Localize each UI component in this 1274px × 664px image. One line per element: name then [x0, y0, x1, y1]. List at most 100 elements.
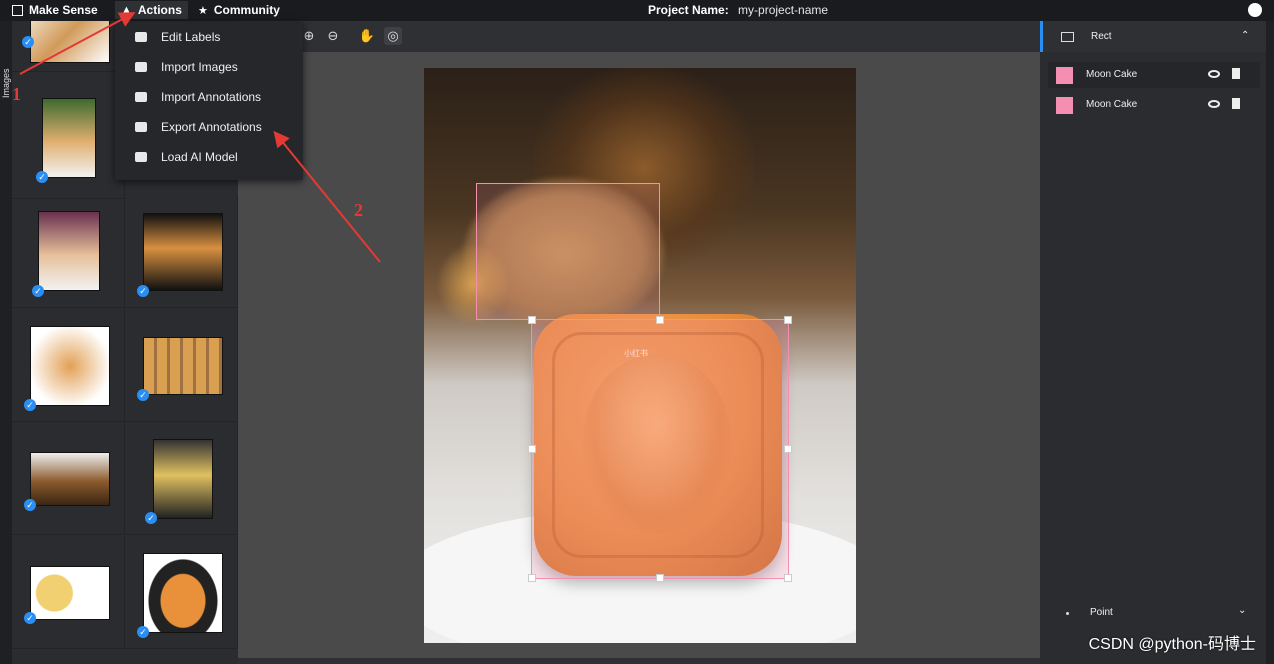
thumbnail-cell[interactable]: ✓	[12, 195, 125, 308]
brand[interactable]: Make Sense	[12, 3, 98, 17]
label-name[interactable]: Moon Cake	[1086, 69, 1137, 80]
menu-item-load-ai-model[interactable]: Load AI Model	[115, 142, 303, 172]
menu-item-edit-labels[interactable]: Edit Labels	[115, 22, 303, 52]
thumbnail-cell[interactable]: ✓	[12, 536, 125, 649]
editor-toolbar: ⊕ ⊖ ✋ ◎	[238, 21, 1040, 52]
thumbnail-cell[interactable]: ✓	[125, 536, 238, 649]
annotation-number-1: 1	[12, 84, 21, 104]
editor-bottom-bar	[238, 658, 1040, 664]
bounding-box-1[interactable]	[476, 183, 660, 320]
thumbnail-image	[30, 452, 110, 506]
check-icon: ✓	[36, 171, 48, 183]
camera-icon	[135, 62, 147, 72]
check-icon: ✓	[137, 285, 149, 297]
check-icon: ✓	[145, 512, 157, 524]
trash-icon[interactable]	[1232, 98, 1240, 109]
resize-handle[interactable]	[528, 445, 536, 453]
point-section-label: Point	[1090, 607, 1113, 618]
resize-handle[interactable]	[656, 574, 664, 582]
check-icon: ✓	[22, 36, 34, 48]
right-side-tab[interactable]	[1266, 21, 1274, 664]
check-icon: ✓	[137, 389, 149, 401]
community-label: Community	[213, 3, 280, 17]
label-name[interactable]: Moon Cake	[1086, 99, 1137, 110]
thumbnail-cell[interactable]: ✓	[12, 86, 125, 199]
trash-icon[interactable]	[1232, 68, 1240, 79]
community-menu-button[interactable]: ★ Community	[192, 1, 286, 19]
file-export-icon	[135, 122, 147, 132]
image-editor-area[interactable]: ⊕ ⊖ ✋ ◎ 小红书	[238, 21, 1040, 664]
zoom-out-icon[interactable]: ⊖	[324, 27, 342, 45]
label-color-swatch[interactable]	[1056, 67, 1073, 84]
project-name-label: Project Name:	[648, 3, 729, 17]
csdn-watermark: CSDN @python-码博士	[1088, 636, 1256, 653]
rect-section-header[interactable]: Rect ⌃	[1040, 21, 1269, 52]
project-name-input[interactable]	[738, 3, 859, 17]
menu-item-import-annotations[interactable]: Import Annotations	[115, 82, 303, 112]
labels-panel: Rect ⌃ Moon Cake Moon Cake Point ⌄	[1040, 21, 1269, 664]
actions-label: Actions	[137, 3, 182, 17]
check-icon: ✓	[24, 399, 36, 411]
thumbnail-image	[42, 98, 96, 178]
community-icon: ★	[198, 4, 208, 17]
label-row[interactable]: Moon Cake	[1048, 92, 1260, 118]
thumbnail-image	[143, 213, 223, 291]
resize-handle[interactable]	[784, 316, 792, 324]
thumbnail-cell[interactable]: ✓	[12, 422, 125, 535]
rect-section-label: Rect	[1091, 31, 1112, 42]
chevron-up-icon[interactable]: ⌃	[1241, 30, 1249, 41]
point-section-header[interactable]: Point ⌄	[1040, 603, 1266, 623]
menu-item-label: Load AI Model	[161, 150, 238, 164]
thumbnail-image	[30, 326, 110, 406]
menu-item-label: Import Images	[161, 60, 238, 74]
eye-icon[interactable]	[1208, 70, 1220, 78]
thumbnail-image	[143, 337, 223, 395]
brand-name: Make Sense	[29, 3, 98, 17]
thumbnail-image	[153, 439, 213, 519]
menu-item-label: Export Annotations	[161, 120, 262, 134]
github-icon[interactable]	[1248, 3, 1262, 17]
resize-handle[interactable]	[656, 316, 664, 324]
menu-item-import-images[interactable]: Import Images	[115, 52, 303, 82]
editor-image[interactable]: 小红书	[424, 68, 856, 643]
resize-handle[interactable]	[784, 445, 792, 453]
check-icon: ✓	[32, 285, 44, 297]
tag-icon	[135, 32, 147, 42]
actions-icon: ▲	[121, 4, 132, 16]
point-icon	[1066, 612, 1069, 615]
ai-model-icon	[135, 152, 147, 162]
images-side-tab[interactable]: Images	[0, 21, 12, 664]
menu-item-label: Import Annotations	[161, 90, 262, 104]
project-name: Project Name:	[648, 3, 859, 17]
rectangle-icon	[1061, 32, 1074, 42]
annotation-number-2: 2	[354, 200, 363, 220]
thumbnail-image	[38, 211, 100, 291]
top-navigation-bar: Make Sense ▲ Actions ★ Community Project…	[0, 0, 1274, 22]
thumbnail-cell[interactable]: ✓	[125, 422, 238, 535]
eye-icon[interactable]	[1208, 100, 1220, 108]
thumbnail-image	[30, 21, 110, 63]
thumbnail-cell[interactable]: ✓	[125, 309, 238, 422]
resize-handle[interactable]	[528, 316, 536, 324]
thumbnail-cell[interactable]: ✓	[12, 309, 125, 422]
menu-item-label: Edit Labels	[161, 30, 221, 44]
label-color-swatch[interactable]	[1056, 97, 1073, 114]
resize-handle[interactable]	[528, 574, 536, 582]
chevron-down-icon[interactable]: ⌄	[1238, 605, 1246, 616]
check-icon: ✓	[137, 626, 149, 638]
thumbnail-cell[interactable]: ✓	[125, 195, 238, 308]
menu-item-export-annotations[interactable]: Export Annotations	[115, 112, 303, 142]
thumbnail-cell[interactable]: ✓	[12, 21, 125, 72]
app-logo-icon	[12, 4, 23, 16]
images-tab-label: Images	[1, 68, 11, 98]
file-import-icon	[135, 92, 147, 102]
actions-dropdown-menu: Edit Labels Import Images Import Annotat…	[115, 22, 303, 180]
crosshair-icon[interactable]: ◎	[384, 27, 402, 45]
bounding-box-2[interactable]	[528, 316, 792, 582]
hand-icon[interactable]: ✋	[358, 27, 376, 45]
thumbnail-image	[143, 553, 223, 633]
resize-handle[interactable]	[784, 574, 792, 582]
check-icon: ✓	[24, 499, 36, 511]
label-row[interactable]: Moon Cake	[1048, 62, 1260, 88]
actions-menu-button[interactable]: ▲ Actions	[115, 1, 188, 19]
